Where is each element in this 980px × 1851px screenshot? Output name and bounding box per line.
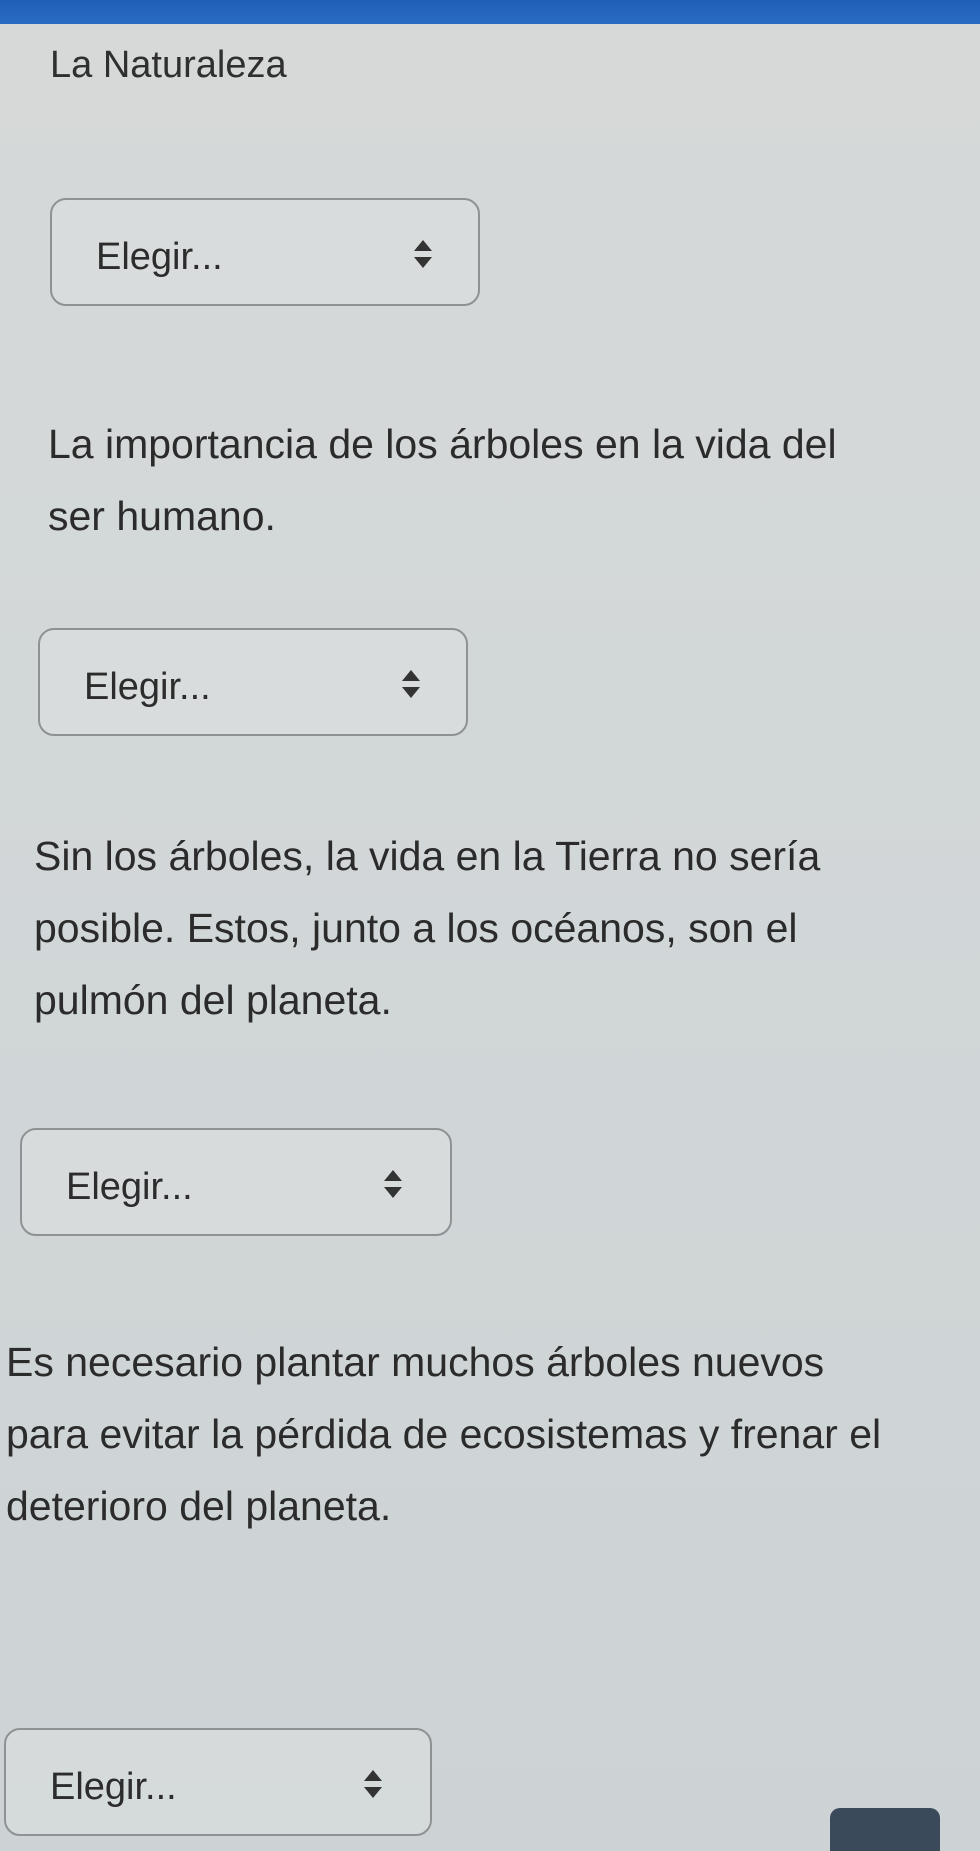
up-down-arrows-icon bbox=[414, 240, 432, 268]
select-value: Elegir... bbox=[50, 1766, 177, 1808]
select-value: Elegir... bbox=[96, 236, 223, 278]
answer-select-4[interactable]: Elegir... bbox=[4, 1728, 432, 1836]
up-down-arrows-icon bbox=[384, 1170, 402, 1198]
question-text-1: La importancia de los árboles en la vida… bbox=[48, 421, 837, 539]
select-value: Elegir... bbox=[66, 1166, 193, 1208]
question-text-3: Es necesario plantar muchos árboles nuev… bbox=[6, 1339, 882, 1529]
page-title: La Naturaleza bbox=[50, 44, 287, 86]
select-value: Elegir... bbox=[84, 666, 211, 708]
bottom-corner-button[interactable] bbox=[830, 1808, 940, 1851]
answer-select-2[interactable]: Elegir... bbox=[38, 628, 468, 736]
question-text-2: Sin los árboles, la vida en la Tierra no… bbox=[34, 833, 821, 1023]
quiz-page: La Naturaleza Elegir... La importancia d… bbox=[0, 0, 980, 1851]
up-down-arrows-icon bbox=[402, 670, 420, 698]
answer-select-1[interactable]: Elegir... bbox=[50, 198, 480, 306]
up-down-arrows-icon bbox=[364, 1770, 382, 1798]
answer-select-3[interactable]: Elegir... bbox=[20, 1128, 452, 1236]
